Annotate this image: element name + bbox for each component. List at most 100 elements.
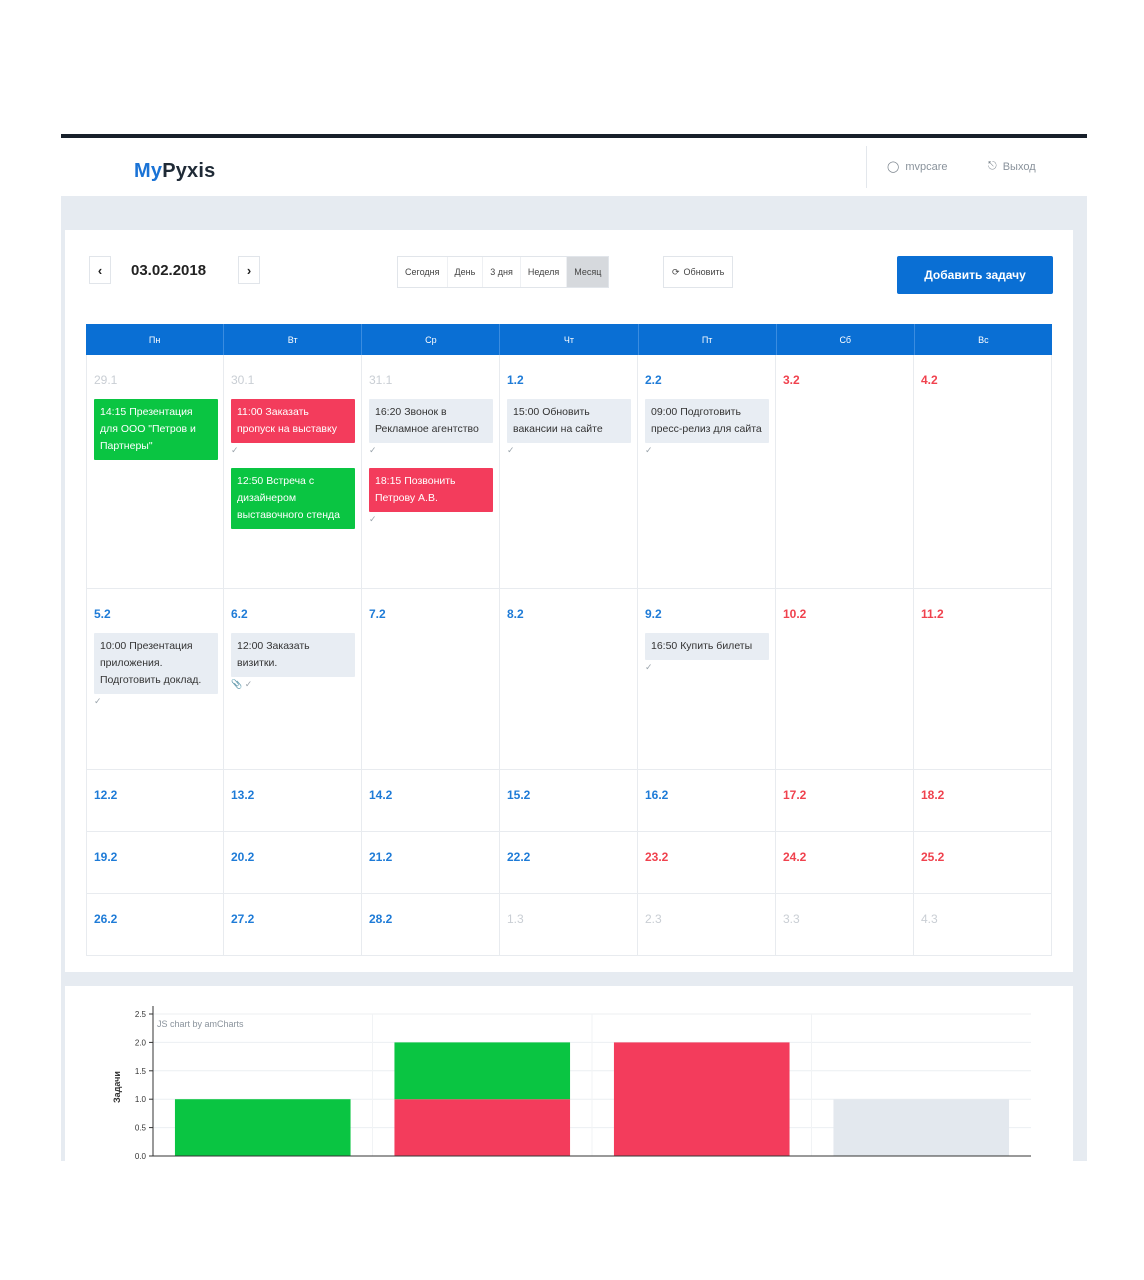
- calendar-day-cell[interactable]: 1.2 15:00 Обновить вакансии на сайте ✓: [500, 355, 638, 588]
- calendar-day-cell[interactable]: 22.2: [500, 832, 638, 893]
- calendar-day-cell[interactable]: 16.2: [638, 770, 776, 831]
- day-number: 2.2: [645, 373, 662, 387]
- calendar-day-cell[interactable]: 4.3: [914, 894, 1052, 955]
- calendar-event[interactable]: 15:00 Обновить вакансии на сайте: [507, 399, 631, 443]
- calendar-day-cell[interactable]: 5.2 10:00 Презентация приложения. Подгото…: [86, 589, 224, 769]
- day-number: 29.1: [94, 373, 118, 387]
- day-number: 6.2: [231, 607, 248, 621]
- weekday-label: Ср: [362, 324, 501, 355]
- calendar-event[interactable]: 14:15 Презентация для ООО "Петров и Парт…: [94, 399, 218, 460]
- add-task-button[interactable]: Добавить задачу: [897, 256, 1053, 294]
- calendar-day-cell[interactable]: 14.2: [362, 770, 500, 831]
- user-link[interactable]: ◯ mvpcare: [887, 160, 948, 174]
- calendar-day-cell[interactable]: 7.2: [362, 589, 500, 769]
- weekday-label: Сб: [777, 324, 915, 355]
- prev-button[interactable]: ‹: [89, 256, 111, 284]
- navbar-divider: [866, 146, 867, 188]
- day-number: 22.2: [507, 850, 531, 864]
- calendar-day-cell[interactable]: 12.2: [86, 770, 224, 831]
- logo-text-pyxis: Pyxis: [162, 160, 216, 182]
- logo-text-my: My: [134, 160, 163, 182]
- event-status-icons: ✓: [231, 445, 239, 455]
- calendar-event[interactable]: 11:00 Заказать пропуск на выставку: [231, 399, 355, 443]
- y-tick-label: 0.0: [135, 1152, 147, 1161]
- calendar-day-cell[interactable]: 25.2: [914, 832, 1052, 893]
- event-status-icons: ✓: [369, 514, 377, 524]
- chart-credit[interactable]: JS chart by amCharts: [157, 1019, 244, 1029]
- tasks-chart: 0.0 0.5 1.0 1.5 2.0 2.5: [135, 1006, 1031, 1161]
- calendar-event[interactable]: 12:50 Встреча с дизайнером выставочного …: [231, 468, 355, 529]
- day-number: 4.2: [921, 373, 938, 387]
- event-status-icons: ✓: [507, 445, 515, 455]
- user-label: mvpcare: [905, 160, 948, 173]
- next-button[interactable]: ›: [238, 256, 260, 284]
- logout-link[interactable]: ⎋ Выход: [988, 160, 1036, 173]
- calendar-day-cell[interactable]: 13.2: [224, 770, 362, 831]
- calendar-day-cell[interactable]: 2.2 09:00 Подготовить пресс-релиз для сай…: [638, 355, 776, 588]
- view-button[interactable]: День: [448, 257, 484, 287]
- y-tick-label: 2.0: [135, 1038, 147, 1047]
- calendar-day-cell[interactable]: 19.2: [86, 832, 224, 893]
- calendar-day-cell[interactable]: 24.2: [776, 832, 914, 893]
- event-status-icons: ✓: [94, 696, 102, 706]
- calendar-day-cell[interactable]: 2.3: [638, 894, 776, 955]
- user-icon: ◯: [887, 161, 900, 173]
- calendar-day-cell[interactable]: 26.2: [86, 894, 224, 955]
- weekday-label: Чт: [500, 324, 639, 355]
- calendar-day-cell[interactable]: 31.1 16:20 Звонок в Рекламное агентство ✓ 1…: [362, 355, 500, 588]
- logout-icon: ⎋: [988, 160, 997, 172]
- calendar-day-cell[interactable]: 9.2 16:50 Купить билеты ✓: [638, 589, 776, 769]
- day-number: 15.2: [507, 788, 531, 802]
- calendar-week-row: 12.2 13.2 14.2 15.2 16.2 17.2 18.2: [86, 770, 1052, 832]
- day-number: 8.2: [507, 607, 524, 621]
- calendar-event[interactable]: 09:00 Подготовить пресс-релиз для сайта: [645, 399, 769, 443]
- day-number: 16.2: [645, 788, 669, 802]
- calendar-day-cell[interactable]: 29.1 14:15 Презентация для ООО "Петров и …: [86, 355, 224, 588]
- day-number: 4.3: [921, 912, 938, 926]
- calendar-day-cell[interactable]: 1.3: [500, 894, 638, 955]
- event-status-icons: 📎 ✓: [231, 679, 253, 689]
- calendar-day-cell[interactable]: 23.2: [638, 832, 776, 893]
- view-switcher: Сегодня День 3 дня Неделя Месяц: [397, 256, 610, 288]
- calendar-week-row: 5.2 10:00 Презентация приложения. Подгото…: [86, 589, 1052, 770]
- calendar-day-cell[interactable]: 4.2: [914, 355, 1052, 588]
- weekday-label: Вс: [978, 334, 989, 345]
- day-number: 20.2: [231, 850, 255, 864]
- refresh-button[interactable]: ⟳ Обновить: [663, 256, 734, 288]
- calendar-event[interactable]: 18:15 Позвонить Петрову А.В.: [369, 468, 493, 512]
- calendar-day-cell[interactable]: 28.2: [362, 894, 500, 955]
- day-number: 13.2: [231, 788, 255, 802]
- calendar-day-cell[interactable]: 21.2: [362, 832, 500, 893]
- day-number: 24.2: [783, 850, 807, 864]
- view-button[interactable]: Неделя: [521, 257, 568, 287]
- calendar-day-cell[interactable]: 11.2: [914, 589, 1052, 769]
- view-button[interactable]: 3 дня: [483, 257, 521, 287]
- calendar-day-cell[interactable]: 6.2 12:00 Заказать визитки. 📎 ✓: [224, 589, 362, 769]
- calendar-event[interactable]: 16:50 Купить билеты: [645, 633, 769, 660]
- calendar-day-cell[interactable]: 20.2: [224, 832, 362, 893]
- calendar-event[interactable]: 16:20 Звонок в Рекламное агентство: [369, 399, 493, 443]
- y-tick-label: 2.5: [135, 1010, 147, 1019]
- view-button[interactable]: Сегодня: [398, 257, 448, 287]
- calendar-day-cell[interactable]: 18.2: [914, 770, 1052, 831]
- logo[interactable]: MyPyxis: [134, 160, 215, 183]
- y-axis-title: Задачи: [111, 1071, 122, 1103]
- calendar-day-cell[interactable]: 3.2: [776, 355, 914, 588]
- calendar-day-cell[interactable]: 10.2: [776, 589, 914, 769]
- current-date: 03.02.2018: [131, 262, 207, 279]
- calendar-day-cell[interactable]: 27.2: [224, 894, 362, 955]
- calendar-day-cell[interactable]: 17.2: [776, 770, 914, 831]
- calendar-day-cell[interactable]: 8.2: [500, 589, 638, 769]
- calendar-day-cell[interactable]: 3.3: [776, 894, 914, 955]
- view-button[interactable]: Месяц: [567, 257, 609, 287]
- calendar-day-cell[interactable]: 30.1 11:00 Заказать пропуск на выставку ✓ 1…: [224, 355, 362, 588]
- calendar-day-cell[interactable]: 15.2: [500, 770, 638, 831]
- day-number: 3.3: [783, 912, 800, 926]
- calendar-week-row: 19.2 20.2 21.2 22.2 23.2 24.2 25.2: [86, 832, 1052, 894]
- calendar-event[interactable]: 12:00 Заказать визитки.: [231, 633, 355, 677]
- y-tick-label: 1.0: [135, 1095, 147, 1104]
- chart-bar: [613, 1042, 790, 1156]
- chart-card: 0.0 0.5 1.0 1.5 2.0 2.5 JS chart by amCharts …: [65, 986, 1073, 1161]
- calendar-event[interactable]: 10:00 Презентация приложения. Подготовит…: [94, 633, 218, 694]
- chart-bar: [174, 1099, 351, 1156]
